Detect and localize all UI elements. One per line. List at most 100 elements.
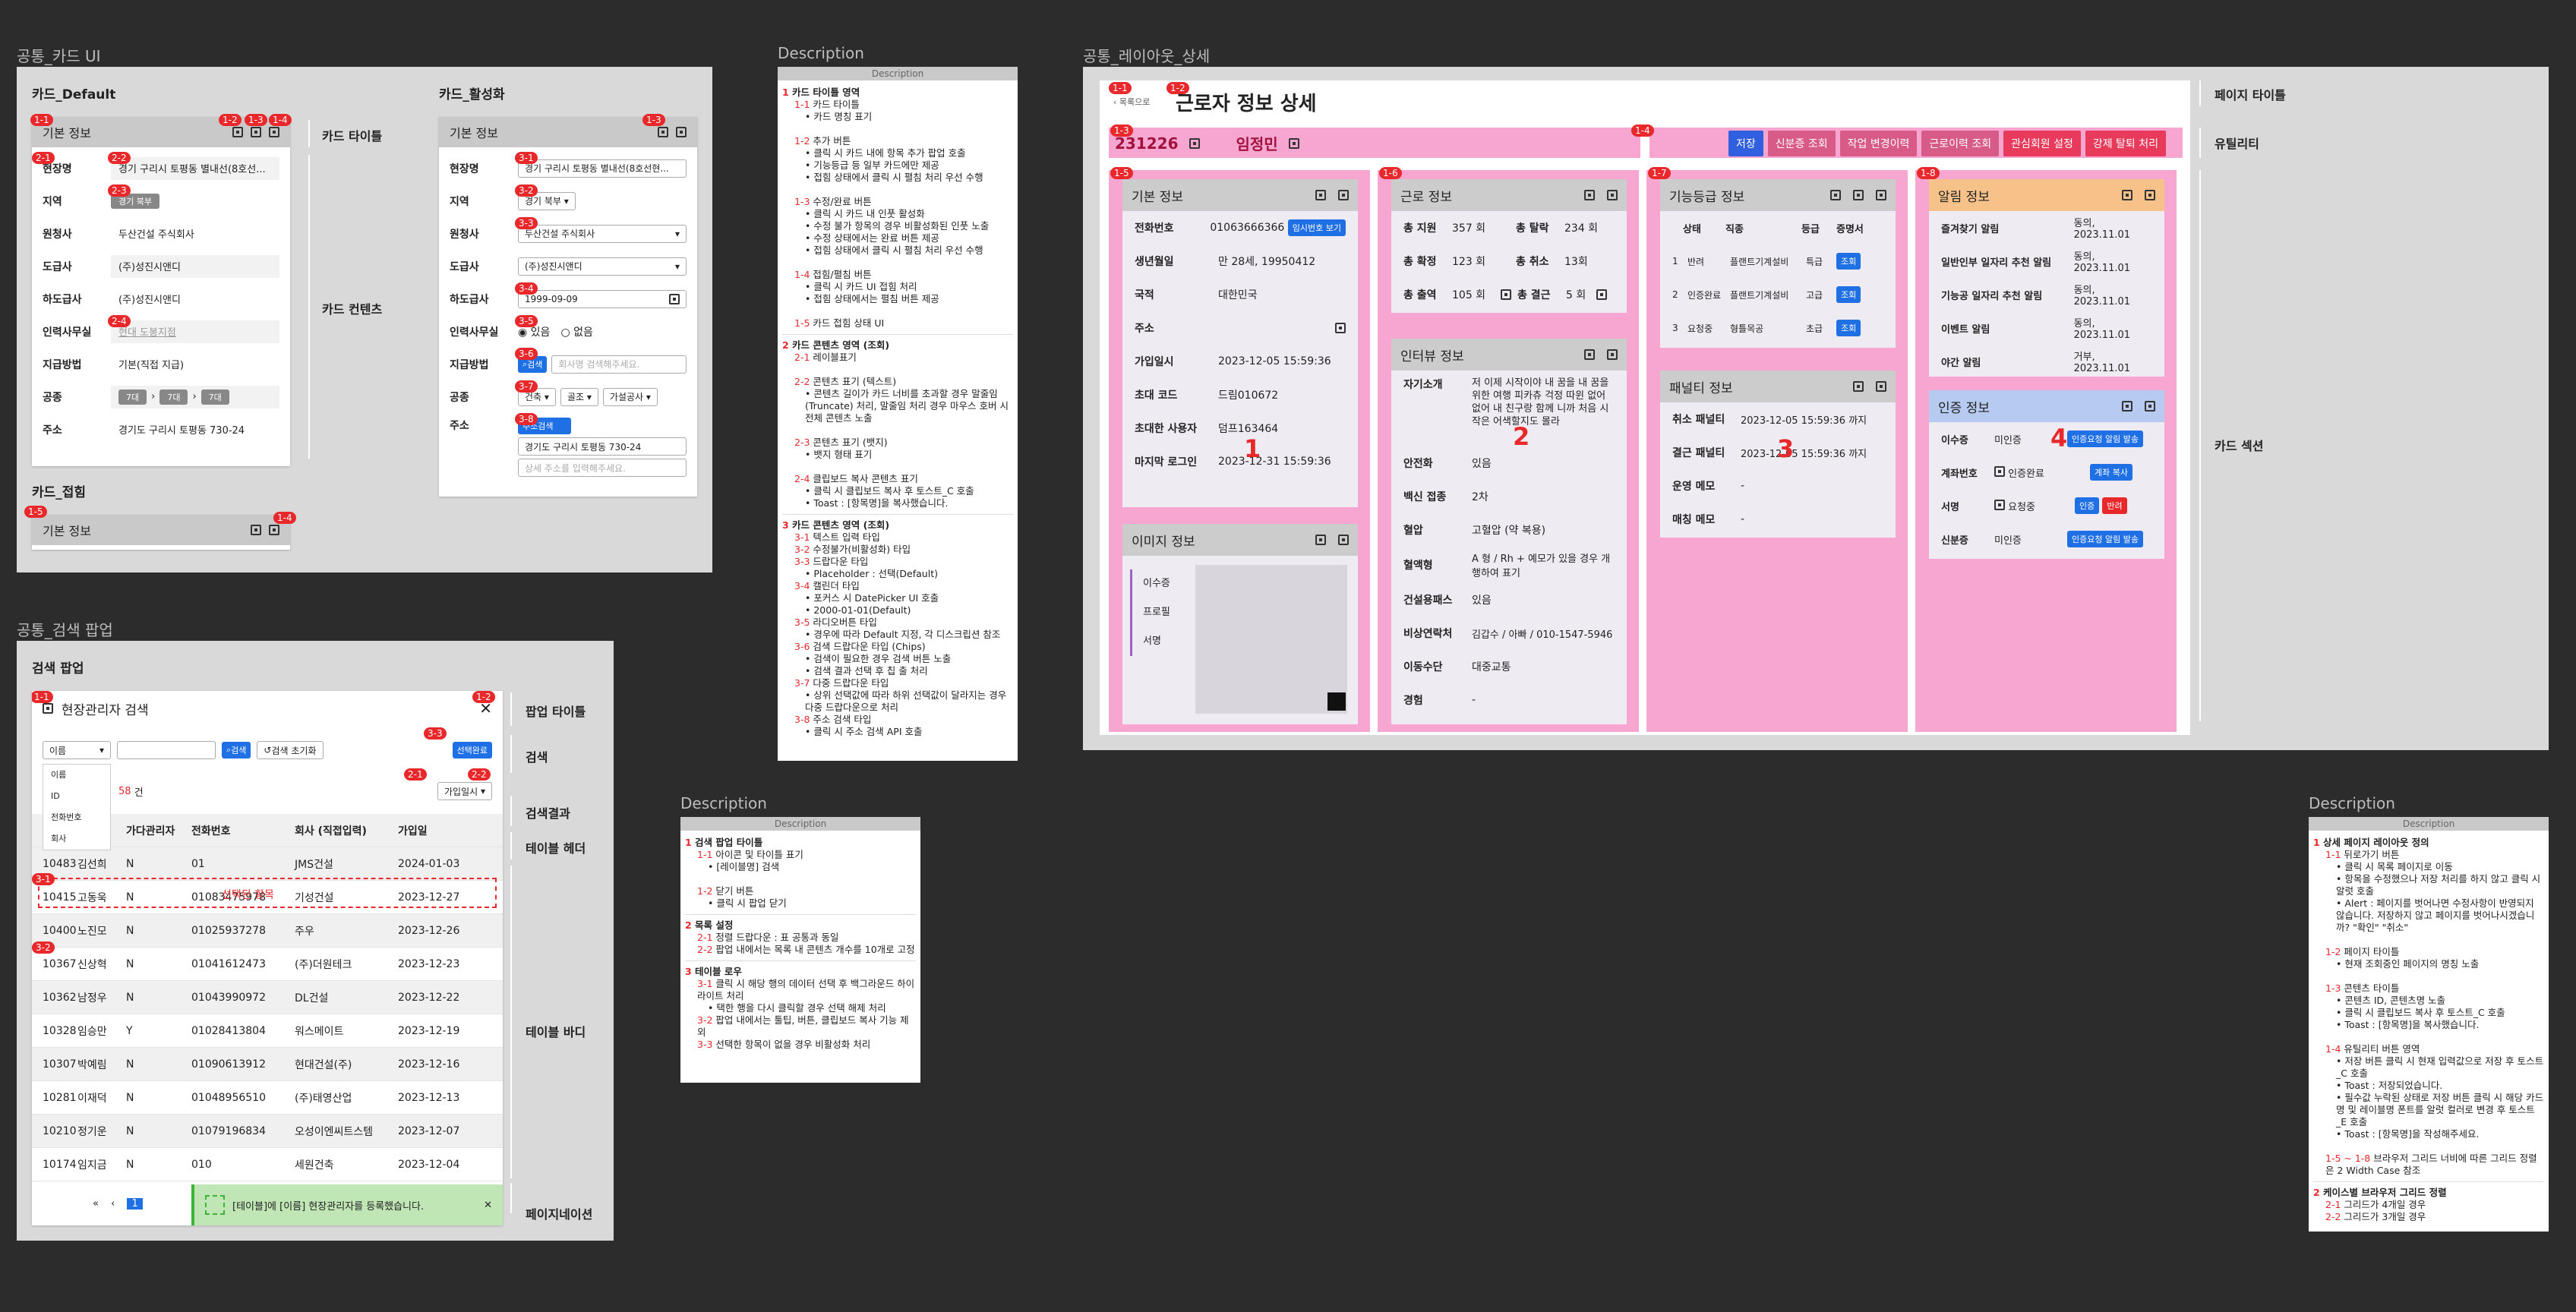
address-input[interactable]: 경기도 구리시 토평동 730-24 (518, 437, 687, 456)
edit-icon[interactable] (1852, 190, 1864, 200)
search-button[interactable]: ⌕ 검색 (222, 742, 251, 758)
search-type-select[interactable]: 이름 ▾ (43, 741, 111, 759)
edit-icon[interactable] (1315, 190, 1326, 200)
cell: 3 (1672, 323, 1678, 333)
collapse-icon[interactable] (2145, 190, 2155, 200)
force-withdraw-button[interactable]: 강제 탈퇴 처리 (2085, 131, 2167, 156)
collapse-icon[interactable] (269, 127, 279, 137)
work-history-button[interactable]: 근로이력 조회 (1921, 131, 2000, 156)
collapse-icon[interactable] (1338, 535, 1349, 545)
collapse-icon[interactable] (1607, 349, 1618, 360)
tab-profile[interactable]: 프로필 (1143, 598, 1170, 627)
dropdown-option[interactable]: 전화번호 (51, 807, 110, 828)
view-button[interactable]: 조회 (1836, 253, 1861, 270)
site-input[interactable]: 경기 구리시 토평동 별내선(8호선현... (518, 159, 687, 178)
favorite-button[interactable]: 관심회원 설정 (2003, 131, 2081, 156)
sort-select[interactable]: 가입일시 ▾ (437, 782, 492, 800)
collapse-icon[interactable] (1607, 190, 1618, 200)
table-cell: 2024-01-03 (398, 857, 460, 870)
radio-no[interactable]: ○ 없음 (560, 324, 592, 339)
table-row[interactable]: 10174 임지금 N 010 세원건축 2023-12-04 (32, 1148, 503, 1181)
edit-icon[interactable] (1583, 349, 1595, 360)
prev-page[interactable]: ‹ (111, 1198, 115, 1210)
id-card-button[interactable]: 신분증 조회 (1767, 131, 1836, 156)
table-row[interactable]: 10307 박예림 N 01090613912 현대건설(주) 2023-12-16 (32, 1048, 503, 1081)
table-row[interactable]: 10483 김선희 N 01 JMS건설 2024-01-03 (32, 847, 503, 881)
copy-icon[interactable] (1288, 137, 1299, 149)
approve-button[interactable]: 인증 (2075, 497, 2100, 514)
edit-icon[interactable] (1315, 535, 1326, 545)
collapse-icon[interactable] (1876, 381, 1886, 392)
change-history-button[interactable]: 작업 변경이력 (1839, 131, 1918, 156)
cert-info-card: 인증 정보 이수증 미인증 인증요청 알림 발송 계좌번호 인증완료 계좌 복사 서명… (1929, 390, 2164, 559)
reject-button[interactable]: 반려 (2102, 497, 2127, 514)
trade-chip: 7대 (200, 389, 229, 405)
table-cell: 정기운 (77, 1125, 107, 1138)
copy-icon[interactable] (1189, 137, 1200, 149)
expand-icon[interactable] (1327, 692, 1346, 711)
temp-number-button[interactable]: 임시번호 보기 (1287, 219, 1346, 236)
table-row[interactable]: 10400 노진모 N 01025937278 주우 2023-12-26 (32, 914, 503, 948)
account-copy-button[interactable]: 계좌 복사 (2090, 464, 2132, 481)
select-done-button[interactable]: 선택완료 (452, 742, 492, 758)
dropdown-option[interactable]: 이름 (51, 765, 110, 786)
close-icon[interactable]: ✕ (484, 1200, 492, 1211)
contractor-select[interactable]: (주)성진시앤디 (525, 260, 582, 273)
section-number: 4 (2050, 424, 2068, 453)
collapse-icon[interactable] (1338, 190, 1349, 200)
table-row[interactable]: 10367 신상혁 N 01041612473 (주)더원테크 2023-12-23 (32, 948, 503, 981)
collapse-icon[interactable] (676, 127, 687, 137)
trade-select-2[interactable]: 골조 ▾ (560, 387, 598, 406)
check-icon (205, 1195, 225, 1215)
table-row[interactable]: 10362 남정우 N 01043990972 DL건설 2023-12-22 (32, 981, 503, 1014)
value: 덤프163464 (1218, 423, 1279, 435)
calendar-icon[interactable] (1501, 289, 1511, 300)
value: 미인증 (1994, 535, 2022, 547)
prime-select[interactable]: 두산건설 주식회사 (525, 227, 595, 240)
page-1[interactable]: 1 (127, 1198, 143, 1210)
card-title: 알림 정보 (1938, 189, 1990, 205)
edit-icon[interactable] (1852, 381, 1864, 392)
label: 지급방법 (450, 358, 489, 371)
image-icon[interactable] (1994, 499, 2005, 510)
search-input[interactable]: 회사명 검색해주세요. (551, 355, 687, 374)
label: 국적 (1135, 289, 1154, 301)
calendar-icon[interactable] (1596, 289, 1607, 300)
save-button[interactable]: 저장 (1728, 131, 1763, 156)
table-cell: 세원건축 (295, 1159, 334, 1172)
edit-icon[interactable] (2121, 190, 2132, 200)
value: 2023-12-31 15:59:36 (1218, 456, 1331, 468)
tab-certificate[interactable]: 이수증 (1143, 569, 1170, 598)
office-link[interactable]: 현대 도봉지점 (111, 320, 279, 343)
edit-icon[interactable] (2121, 401, 2132, 412)
table-row[interactable]: 10210 정기운 N 01079196834 오성이엔씨트스템 2023-12-07 (32, 1115, 503, 1148)
address-detail-input[interactable]: 상세 주소를 입력해주세요. (518, 459, 687, 477)
dropdown-option[interactable]: ID (51, 786, 110, 807)
view-button[interactable]: 조회 (1836, 320, 1861, 336)
table-row[interactable]: 10328 임승만 Y 01028413804 워스메이트 2023-12-19 (32, 1014, 503, 1048)
dropdown-option[interactable]: 회사 (51, 828, 110, 850)
save-icon[interactable] (658, 127, 668, 137)
edit-icon[interactable] (232, 127, 243, 137)
edit-icon[interactable] (1583, 190, 1595, 200)
date-input[interactable]: 1999-09-09 (525, 294, 578, 304)
back-link[interactable]: ‹ 목록으로 (1113, 96, 1150, 108)
view-button[interactable]: 조회 (1836, 286, 1861, 303)
copy-icon[interactable] (251, 127, 261, 137)
copy-icon[interactable] (1994, 465, 2005, 477)
collapse-icon[interactable] (2145, 401, 2155, 412)
calendar-icon[interactable] (669, 293, 680, 304)
first-page[interactable]: « (93, 1198, 99, 1210)
search-input[interactable] (117, 741, 216, 759)
add-icon[interactable] (1829, 190, 1841, 200)
edit-icon[interactable] (251, 525, 261, 535)
cert-request-button[interactable]: 인증요청 알림 발송 (2067, 430, 2143, 447)
collapse-icon[interactable] (1876, 190, 1886, 200)
cert-request-button[interactable]: 인증요청 알림 발송 (2067, 531, 2143, 547)
trade-select-3[interactable]: 가설공사 ▾ (602, 387, 658, 406)
tab-signature[interactable]: 서명 (1143, 627, 1170, 656)
copy-icon[interactable] (1335, 323, 1346, 333)
table-row[interactable]: 10281 이재덕 N 01048956510 (주)태영산업 2023-12-13 (32, 1081, 503, 1115)
reset-button[interactable]: ↺ 검색 초기화 (257, 741, 324, 759)
expand-icon[interactable] (269, 525, 279, 535)
